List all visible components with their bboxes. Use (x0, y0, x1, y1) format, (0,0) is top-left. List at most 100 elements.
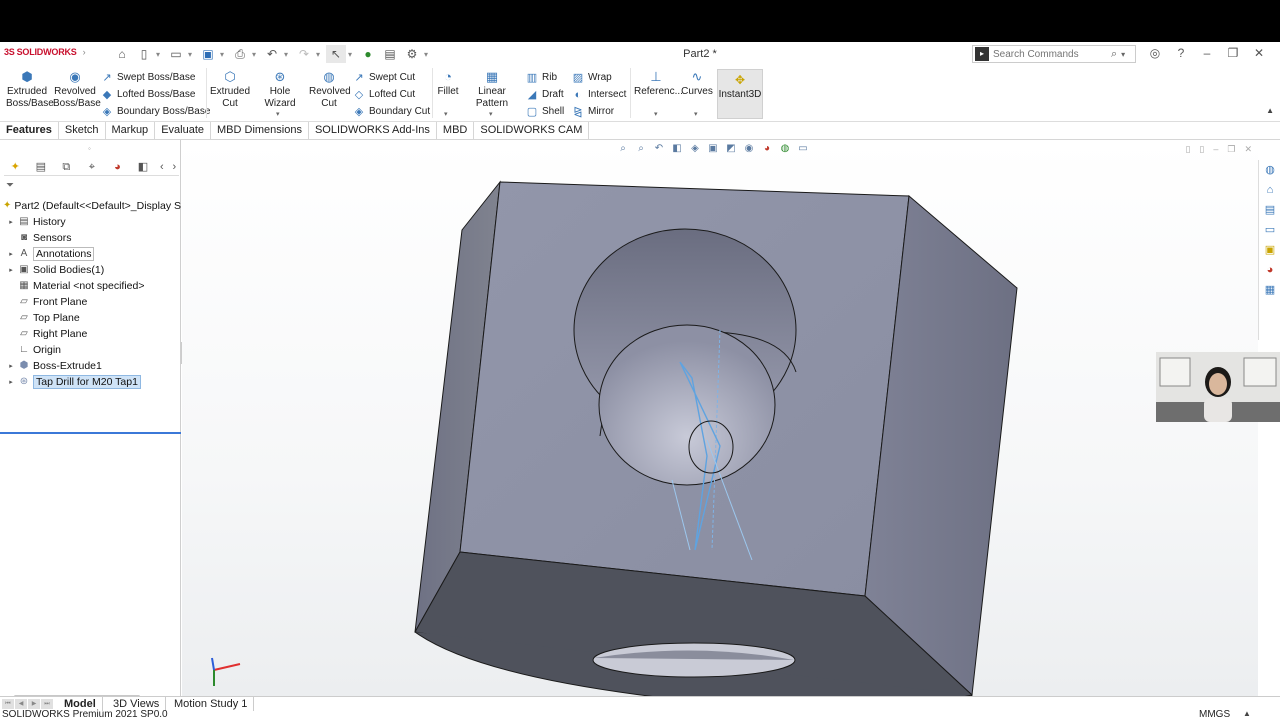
reference-dropdown-icon[interactable]: ▾ (654, 110, 658, 118)
open-dropdown-icon[interactable]: ▾ (188, 50, 196, 59)
redo-icon[interactable]: ↷ (294, 45, 314, 63)
print-icon[interactable]: ⎙ (230, 45, 250, 63)
mirror-button[interactable]: ⧎ Mirror (572, 104, 614, 119)
select-cursor-icon[interactable]: ↖ (326, 45, 346, 63)
fillet-dropdown-icon[interactable]: ▾ (444, 110, 448, 118)
custom-properties-icon[interactable]: ▦ (1259, 280, 1280, 300)
expand-arrow-icon[interactable]: ▸ (5, 218, 17, 226)
unit-system-caret-icon[interactable]: ▲ (1243, 709, 1251, 718)
display-manager-tab-icon[interactable]: ◕ (106, 159, 129, 175)
last-tab-icon[interactable]: ⏭ (41, 699, 53, 709)
instant3d-button[interactable]: ✥ Instant3D (717, 69, 763, 119)
reference-geometry-button[interactable]: ⊥ Referenc... (634, 70, 683, 98)
lofted-cut-button[interactable]: ◇ Lofted Cut (353, 87, 415, 102)
linear-pattern-button[interactable]: ▦ Linear Pattern (462, 70, 522, 110)
tree-item-front-plane[interactable]: ▱ Front Plane (0, 294, 181, 310)
expand-arrow-icon[interactable]: ▸ (5, 266, 17, 274)
file-properties-icon[interactable]: ▤ (380, 45, 400, 63)
tree-item-solid-bodies[interactable]: ▸ ▣ Solid Bodies(1) (0, 262, 181, 278)
minimize-icon[interactable]: – (1198, 46, 1216, 60)
rollback-bar[interactable] (0, 432, 181, 434)
tree-item-sensors[interactable]: ◙ Sensors (0, 230, 181, 246)
scroll-tabs-left-icon[interactable]: ‹ (157, 159, 166, 175)
curves-dropdown-icon[interactable]: ▾ (694, 110, 698, 118)
search-input[interactable] (993, 48, 1111, 60)
search-icon[interactable]: ⌕ (1111, 48, 1117, 61)
property-manager-tab-icon[interactable]: ▤ (30, 159, 53, 175)
file-explorer-icon[interactable]: ▤ (1259, 200, 1280, 220)
rebuild-icon[interactable]: ● (358, 45, 378, 63)
dimxpert-manager-tab-icon[interactable]: ⌖ (81, 159, 104, 175)
save-dropdown-icon[interactable]: ▾ (220, 50, 228, 59)
open-folder-icon[interactable]: ▭ (166, 45, 186, 63)
help-icon[interactable]: ? (1172, 46, 1190, 60)
expand-arrow-icon[interactable]: ▸ (5, 378, 17, 386)
next-tab-icon[interactable]: ▶ (28, 699, 40, 709)
tab-sketch[interactable]: Sketch (59, 122, 106, 140)
hole-wizard-dropdown-icon[interactable]: ▾ (276, 110, 280, 118)
tree-item-annotations[interactable]: ▸ A Annotations (0, 246, 181, 262)
revolved-cut-button[interactable]: ◍ Revolved Cut (309, 70, 351, 110)
new-dropdown-icon[interactable]: ▾ (156, 50, 164, 59)
redo-dropdown-icon[interactable]: ▾ (316, 50, 324, 59)
undo-icon[interactable]: ↶ (262, 45, 282, 63)
boundary-cut-button[interactable]: ◈ Boundary Cut (353, 104, 430, 119)
panel-grip-icon[interactable]: ◦ (88, 144, 91, 153)
user-account-icon[interactable]: ◎ (1146, 46, 1164, 60)
extruded-boss-button[interactable]: ⬢ Extruded Boss/Base (6, 70, 54, 110)
graphics-area[interactable]: ⌕ ⌕ ↶ ◧ ◈ ▣ ◩ ◉ ◕ ◍ ▭ ▯ ▯ – ❐ ✕ (182, 140, 1258, 696)
shell-button[interactable]: ▢ Shell (526, 104, 564, 119)
first-tab-icon[interactable]: ⏮ (2, 699, 14, 709)
undo-dropdown-icon[interactable]: ▾ (284, 50, 292, 59)
cam-manager-tab-icon[interactable]: ◧ (132, 159, 155, 175)
part-model[interactable] (182, 140, 1258, 696)
design-library-icon[interactable]: ⌂ (1259, 180, 1280, 200)
tree-item-top-plane[interactable]: ▱ Top Plane (0, 310, 181, 326)
prev-tab-icon[interactable]: ◀ (15, 699, 27, 709)
options-gear-icon[interactable]: ⚙ (402, 45, 422, 63)
restore-icon[interactable]: ❐ (1224, 46, 1242, 60)
tree-root-part[interactable]: ✦ Part2 (Default<<Default>_Display S (0, 198, 181, 214)
scenes-icon[interactable]: ◕ (1259, 260, 1280, 280)
tab-mbd[interactable]: MBD (437, 122, 475, 140)
home-icon[interactable]: ⌂ (112, 45, 132, 63)
draft-button[interactable]: ◢ Draft (526, 87, 564, 102)
wrap-button[interactable]: ▨ Wrap (572, 70, 612, 85)
tab-solidworks-addins[interactable]: SOLIDWORKS Add-Ins (309, 122, 437, 140)
collapse-ribbon-icon[interactable]: ▲ (1266, 106, 1274, 115)
expand-arrow-icon[interactable]: ▸ (5, 362, 17, 370)
filter-icon[interactable]: ⏷ (6, 180, 14, 191)
solidworks-logo[interactable]: 3S SOLIDWORKS › (4, 47, 86, 57)
boundary-boss-button[interactable]: ◈ Boundary Boss/Base (101, 104, 211, 119)
rib-button[interactable]: ▥ Rib (526, 70, 557, 85)
swept-cut-button[interactable]: ↗ Swept Cut (353, 70, 415, 85)
tab-evaluate[interactable]: Evaluate (155, 122, 211, 140)
tree-item-tap-drill[interactable]: ▸ ⊛ Tap Drill for M20 Tap1 (0, 374, 181, 390)
bottom-hole[interactable] (592, 642, 796, 678)
tab-markup[interactable]: Markup (106, 122, 156, 140)
save-icon[interactable]: ▣ (198, 45, 218, 63)
linear-pattern-dropdown-icon[interactable]: ▾ (489, 110, 493, 118)
tab-solidworks-cam[interactable]: SOLIDWORKS CAM (474, 122, 590, 140)
configuration-manager-tab-icon[interactable]: ⧉ (55, 159, 78, 175)
select-dropdown-icon[interactable]: ▾ (348, 50, 356, 59)
unit-system[interactable]: MMGS (1199, 709, 1230, 720)
tab-features[interactable]: Features (0, 122, 59, 140)
tree-item-history[interactable]: ▸ ▤ History (0, 214, 181, 230)
options-dropdown-icon[interactable]: ▾ (424, 50, 432, 59)
tree-item-material[interactable]: ▦ Material <not specified> (0, 278, 181, 294)
extruded-cut-button[interactable]: ⬡ Extruded Cut (210, 70, 250, 110)
view-palette-icon[interactable]: ▭ (1259, 220, 1280, 240)
tab-motion-study[interactable]: Motion Study 1 (168, 697, 255, 712)
solidworks-resources-icon[interactable]: ◍ (1259, 160, 1280, 180)
scroll-tabs-right-icon[interactable]: › (170, 159, 179, 175)
hole-wizard-button[interactable]: ⊛ Hole Wizard (254, 70, 306, 110)
fillet-button[interactable]: ◔ Fillet (436, 70, 460, 98)
curves-button[interactable]: ∿ Curves (681, 70, 713, 98)
new-document-icon[interactable]: ▯ (134, 45, 154, 63)
print-dropdown-icon[interactable]: ▾ (252, 50, 260, 59)
tree-item-boss-extrude1[interactable]: ▸ ⬢ Boss-Extrude1 (0, 358, 181, 374)
appearances-icon[interactable]: ▣ (1259, 240, 1280, 260)
search-commands-box[interactable]: ▸ ⌕ ▾ (972, 45, 1136, 63)
intersect-button[interactable]: ◐ Intersect (572, 87, 627, 102)
